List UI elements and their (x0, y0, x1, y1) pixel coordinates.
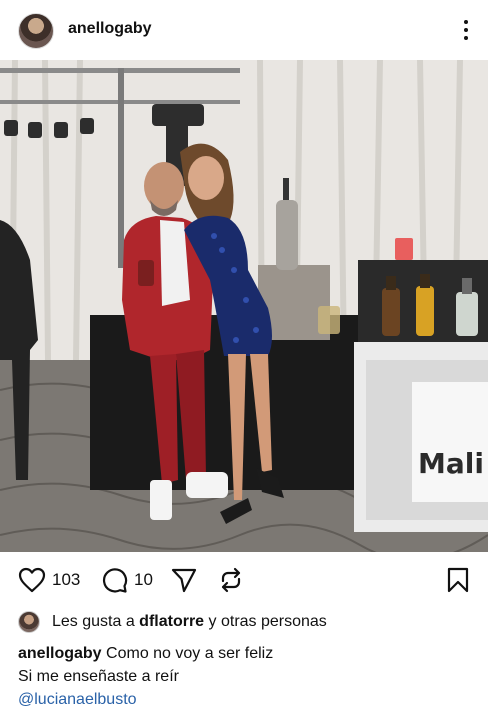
paper-plane-icon (171, 568, 197, 593)
comment-button[interactable]: 10 (100, 562, 153, 598)
liker-username[interactable]: dflatorre (139, 613, 204, 631)
like-button[interactable]: 103 (18, 562, 80, 598)
likes-suffix: y otras personas (204, 613, 327, 630)
liker-avatar (18, 611, 40, 633)
share-button[interactable] (170, 562, 198, 598)
post-username[interactable]: anellogaby (68, 20, 152, 38)
caption-username[interactable]: anellogaby (18, 645, 102, 662)
bookmark-icon (447, 567, 469, 593)
post-caption: anellogaby Como no voy a ser feliz Si me… (18, 642, 478, 711)
likes-prefix: Les gusta a (52, 613, 140, 630)
post-image[interactable]: Mali (0, 60, 488, 552)
likes-summary[interactable]: Les gusta a dflatorre y otras personas (18, 610, 327, 634)
post-header: anellogaby (0, 0, 488, 60)
caption-mention-link[interactable]: @lucianaelbusto (18, 688, 478, 711)
photo-illustration: Mali (0, 60, 488, 552)
repost-icon (221, 567, 241, 593)
action-bar: 103 10 (0, 562, 488, 602)
caption-line-2: Si me enseñaste a reír (18, 668, 179, 685)
caption-line-1: Como no voy a ser feliz (106, 645, 274, 662)
profile-avatar[interactable] (18, 13, 54, 49)
more-vertical-icon[interactable] (458, 18, 474, 42)
repost-button[interactable] (217, 562, 245, 598)
save-button[interactable] (446, 562, 470, 598)
like-count: 103 (52, 570, 81, 589)
heart-icon (18, 567, 46, 593)
bar-sign-text: Mali (418, 447, 484, 480)
comment-count: 10 (134, 570, 153, 589)
comment-bubble-icon (102, 568, 128, 593)
